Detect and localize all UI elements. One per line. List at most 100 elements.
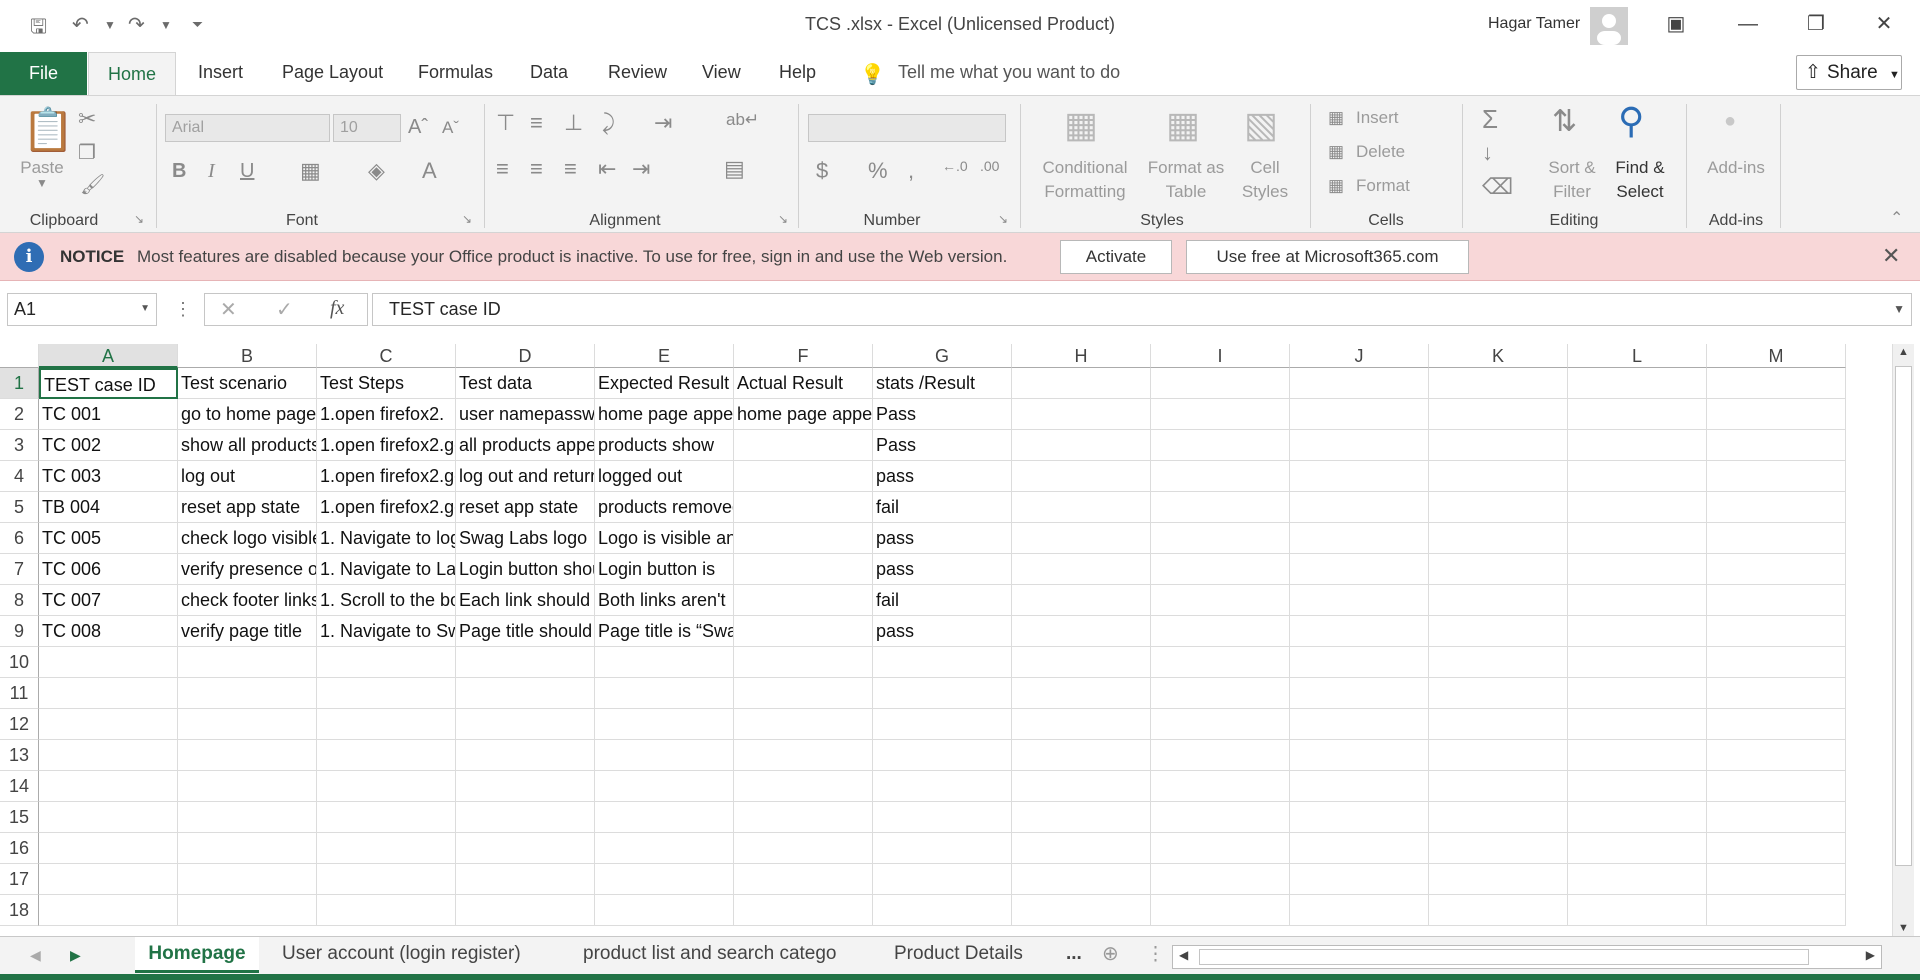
cell-styles-icon[interactable]: ▧ xyxy=(1244,104,1278,146)
cell-H5[interactable] xyxy=(1012,492,1151,523)
chevron-down-icon[interactable]: ▼ xyxy=(140,303,150,314)
paste-icon[interactable]: 📋 xyxy=(22,106,74,155)
cell-C14[interactable] xyxy=(317,771,456,802)
align-top-icon[interactable]: ⊤ xyxy=(496,110,515,136)
cell-E15[interactable] xyxy=(595,802,734,833)
cancel-icon[interactable]: ✕ xyxy=(220,297,237,322)
align-left-icon[interactable]: ≡ xyxy=(496,156,509,182)
cell-M7[interactable] xyxy=(1707,554,1846,585)
cell-L7[interactable] xyxy=(1568,554,1707,585)
minimize-icon[interactable]: — xyxy=(1728,8,1768,40)
cell-K10[interactable] xyxy=(1429,647,1568,678)
more-options-icon[interactable]: ⋮ xyxy=(174,299,192,320)
cell-D11[interactable] xyxy=(456,678,595,709)
cell-I12[interactable] xyxy=(1151,709,1290,740)
row-header[interactable]: 7 xyxy=(0,554,39,585)
tab-help[interactable]: Help xyxy=(779,62,816,83)
decrease-indent-icon[interactable]: ⇤ xyxy=(598,156,616,182)
fill-color-icon[interactable]: ◈ xyxy=(368,158,385,184)
cell-J7[interactable] xyxy=(1290,554,1429,585)
scroll-tabs-right-icon[interactable]: ▶ xyxy=(70,947,81,964)
cell-D12[interactable] xyxy=(456,709,595,740)
cell-A11[interactable] xyxy=(39,678,178,709)
add-sheet-icon[interactable]: ⊕ xyxy=(1102,941,1119,966)
cell-B17[interactable] xyxy=(178,864,317,895)
copy-icon[interactable]: ❐ xyxy=(78,140,96,165)
cell-F10[interactable] xyxy=(734,647,873,678)
cell-H3[interactable] xyxy=(1012,430,1151,461)
cell-C4[interactable]: 1.open firefox2.goto https://www xyxy=(317,461,456,492)
cell-B13[interactable] xyxy=(178,740,317,771)
merge-center-icon[interactable]: ▤ xyxy=(724,156,745,182)
cell-F13[interactable] xyxy=(734,740,873,771)
cell-H15[interactable] xyxy=(1012,802,1151,833)
cell-B2[interactable]: go to home page xyxy=(178,399,317,430)
cell-J2[interactable] xyxy=(1290,399,1429,430)
cell-H18[interactable] xyxy=(1012,895,1151,926)
cell-J6[interactable] xyxy=(1290,523,1429,554)
cell-F12[interactable] xyxy=(734,709,873,740)
column-header[interactable]: J xyxy=(1290,344,1429,368)
cell-C16[interactable] xyxy=(317,833,456,864)
tab-formulas[interactable]: Formulas xyxy=(418,62,493,83)
cell-J15[interactable] xyxy=(1290,802,1429,833)
cell-A4[interactable]: TC 003 xyxy=(39,461,178,492)
format-as-table-icon[interactable]: ▦ xyxy=(1166,104,1200,146)
cell-I10[interactable] xyxy=(1151,647,1290,678)
cell-L5[interactable] xyxy=(1568,492,1707,523)
cell-H9[interactable] xyxy=(1012,616,1151,647)
cell-K5[interactable] xyxy=(1429,492,1568,523)
row-header[interactable]: 3 xyxy=(0,430,39,461)
cell-C15[interactable] xyxy=(317,802,456,833)
tab-insert[interactable]: Insert xyxy=(198,62,243,83)
cell-G9[interactable]: pass xyxy=(873,616,1012,647)
column-header[interactable]: I xyxy=(1151,344,1290,368)
cell-C11[interactable] xyxy=(317,678,456,709)
expand-formula-icon[interactable]: ▼ xyxy=(1893,302,1905,316)
cell-K3[interactable] xyxy=(1429,430,1568,461)
cell-I5[interactable] xyxy=(1151,492,1290,523)
cell-M14[interactable] xyxy=(1707,771,1846,802)
cell-B5[interactable]: reset app state xyxy=(178,492,317,523)
cell-G13[interactable] xyxy=(873,740,1012,771)
column-header[interactable]: B xyxy=(178,344,317,368)
cell-F1[interactable]: Actual Result xyxy=(734,368,873,399)
row-header[interactable]: 5 xyxy=(0,492,39,523)
cell-J17[interactable] xyxy=(1290,864,1429,895)
close-icon[interactable]: ✕ xyxy=(1882,243,1900,269)
increase-font-icon[interactable]: Aˆ xyxy=(408,116,428,139)
vertical-scrollbar[interactable]: ▲ ▼ xyxy=(1892,344,1914,936)
cell-J12[interactable] xyxy=(1290,709,1429,740)
cell-C12[interactable] xyxy=(317,709,456,740)
cell-L9[interactable] xyxy=(1568,616,1707,647)
cell-A13[interactable] xyxy=(39,740,178,771)
tab-data[interactable]: Data xyxy=(530,62,568,83)
cell-B3[interactable]: show all products xyxy=(178,430,317,461)
cell-F5[interactable] xyxy=(734,492,873,523)
cell-G10[interactable] xyxy=(873,647,1012,678)
cell-B4[interactable]: log out xyxy=(178,461,317,492)
clear-icon[interactable]: ⌫ xyxy=(1482,174,1513,200)
row-header[interactable]: 18 xyxy=(0,895,39,926)
cell-A17[interactable] xyxy=(39,864,178,895)
cell-E10[interactable] xyxy=(595,647,734,678)
dialog-launcher-icon[interactable]: ↘ xyxy=(778,212,788,226)
insert-function-icon[interactable]: fx xyxy=(330,297,344,320)
sheet-tab-homepage[interactable]: Homepage xyxy=(135,937,259,973)
column-header[interactable]: D xyxy=(456,344,595,368)
cell-C10[interactable] xyxy=(317,647,456,678)
cell-G4[interactable]: pass xyxy=(873,461,1012,492)
cell-L10[interactable] xyxy=(1568,647,1707,678)
format-cells-button[interactable]: Format xyxy=(1356,174,1410,198)
decrease-font-icon[interactable]: Aˇ xyxy=(442,118,459,138)
scroll-right-icon[interactable]: ▶ xyxy=(1866,948,1875,962)
cell-L17[interactable] xyxy=(1568,864,1707,895)
horizontal-scrollbar[interactable]: ◀ ▶ xyxy=(1172,945,1882,969)
cell-I13[interactable] xyxy=(1151,740,1290,771)
cell-E14[interactable] xyxy=(595,771,734,802)
cell-B8[interactable]: check footer links xyxy=(178,585,317,616)
format-painter-icon[interactable]: 🖌 xyxy=(80,172,105,197)
cell-F7[interactable] xyxy=(734,554,873,585)
font-size-select[interactable]: 10 xyxy=(333,114,401,142)
cell-E11[interactable] xyxy=(595,678,734,709)
